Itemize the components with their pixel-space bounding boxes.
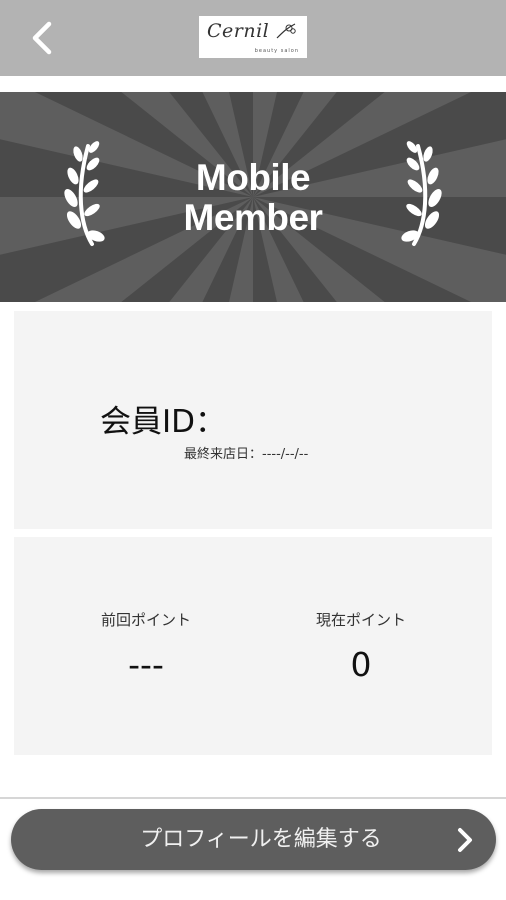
flower-icon (276, 23, 296, 39)
member-banner: Mobile Member (0, 92, 506, 302)
member-id-label: 会員ID： (100, 404, 227, 440)
salon-logo: Cernil beauty salon (199, 16, 307, 58)
divider (0, 797, 506, 799)
banner-title: Mobile Member (0, 158, 506, 238)
chevron-left-icon (32, 21, 52, 55)
member-id-card (14, 311, 492, 529)
current-points-value: 0 (350, 645, 372, 684)
banner-title-line2: Member (183, 197, 323, 238)
top-app-bar: Cernil beauty salon (0, 0, 506, 76)
banner-title-line1: Mobile (195, 157, 311, 198)
chevron-right-icon (458, 828, 472, 852)
back-button[interactable] (22, 18, 62, 58)
current-points-label: 現在ポイント (315, 611, 406, 629)
edit-profile-label: プロフィールを編集する (140, 827, 382, 852)
previous-points-label: 前回ポイント (100, 611, 191, 629)
last-visit-date: 最終来店日：----/--/-- (184, 447, 309, 462)
previous-points-value: --- (128, 645, 164, 684)
edit-profile-button[interactable]: プロフィールを編集する (11, 809, 496, 870)
